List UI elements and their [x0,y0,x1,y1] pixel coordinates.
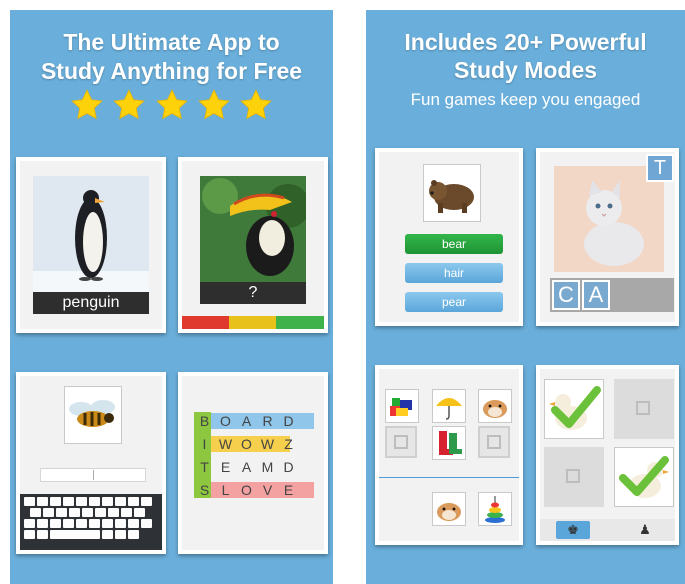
answer-input[interactable] [40,468,146,482]
letter-slot-2[interactable]: A [582,280,610,310]
bee-icon [69,400,115,427]
right-subtitle: Fun games keep you engaged [410,90,641,109]
match-tile-5[interactable] [432,492,466,526]
divider [379,477,519,478]
boots-icon [439,431,462,455]
right-promo-panel: Includes 20+ Powerful Study Modes Fun ga… [366,10,685,584]
option-button-1[interactable]: bear [405,234,503,254]
match-tile-6[interactable] [478,492,512,526]
grid-icon [487,435,501,449]
option-button-3[interactable]: pear [405,292,503,312]
word-search-row-3: TEAMD [200,459,294,475]
duck-check-icon [549,386,601,430]
word-search-row-4: SLOVE [199,482,294,498]
match-tile-4[interactable] [432,426,466,460]
keyboard-icon[interactable] [20,494,162,550]
memory-card[interactable]: ♚ ♟ [536,365,679,545]
stacking-toy-icon [485,496,505,523]
matching-card[interactable] [375,365,523,545]
match-tile-1[interactable] [385,389,419,423]
bee-tile [64,386,122,444]
memory-tile-2[interactable] [614,379,674,439]
empty-slot[interactable] [385,426,417,458]
left-headline-line1: The Ultimate App to [63,29,280,55]
hamster-icon [483,400,507,418]
star-icon [198,89,230,120]
meter-green [276,316,324,329]
duck-check-icon [619,456,669,498]
match-tile-2[interactable] [432,389,466,423]
star-icon [113,89,145,120]
chess-king-icon[interactable]: ♚ [556,521,590,539]
chess-pawn-icon[interactable]: ♟ [628,521,662,539]
answer-meter [182,316,324,329]
left-promo-panel: The Ultimate App to Study Anything for F… [10,10,333,584]
guess-prompt: ? [200,282,306,304]
penguin-icon [33,176,149,306]
right-headline-line1: Includes 20+ Powerful [404,29,647,55]
left-headline-line2: Study Anything for Free [40,58,303,84]
text-cursor [93,470,94,480]
toy-icon [390,398,412,416]
word-search-row-2: IWOWZ [202,436,293,452]
hint-letter-tile[interactable]: T [646,154,674,182]
umbrella-icon [436,398,462,420]
meter-yellow [229,316,276,329]
letter-slots: C A [550,278,674,312]
mode-tab-bar: ♚ ♟ [540,519,675,541]
option-button-2[interactable]: hair [405,263,503,283]
meter-red [182,316,229,329]
bear-icon [429,180,474,213]
rating-stars [10,88,333,127]
flashcard-word: penguin [33,292,149,314]
letter-slot-1[interactable]: C [552,280,580,310]
flashcard-card[interactable]: penguin [16,157,166,333]
memory-tile-1[interactable] [544,379,604,439]
right-headline-line2: Study Modes [453,57,598,83]
grid-icon [566,469,580,483]
typing-card[interactable] [16,372,166,554]
star-icon [70,89,103,120]
spelling-card[interactable]: T C A [536,148,679,326]
hamster-icon [437,503,461,521]
bear-tile [423,164,481,222]
grid-icon [394,435,408,449]
word-search-card[interactable]: BOARD IWOWZ TEAMD SLOVE [178,372,328,554]
star-icon [240,89,273,120]
star-icon [155,89,188,120]
grid-icon [636,401,650,415]
memory-tile-4[interactable] [614,447,674,507]
empty-slot[interactable] [478,426,510,458]
memory-tile-3[interactable] [544,447,604,507]
word-search-row-1: BOARD [199,413,294,429]
match-tile-3[interactable] [478,389,512,423]
hornbill-icon [200,176,306,282]
guess-card[interactable]: ? [178,157,328,333]
multiple-choice-card[interactable]: bear hair pear [375,148,523,326]
